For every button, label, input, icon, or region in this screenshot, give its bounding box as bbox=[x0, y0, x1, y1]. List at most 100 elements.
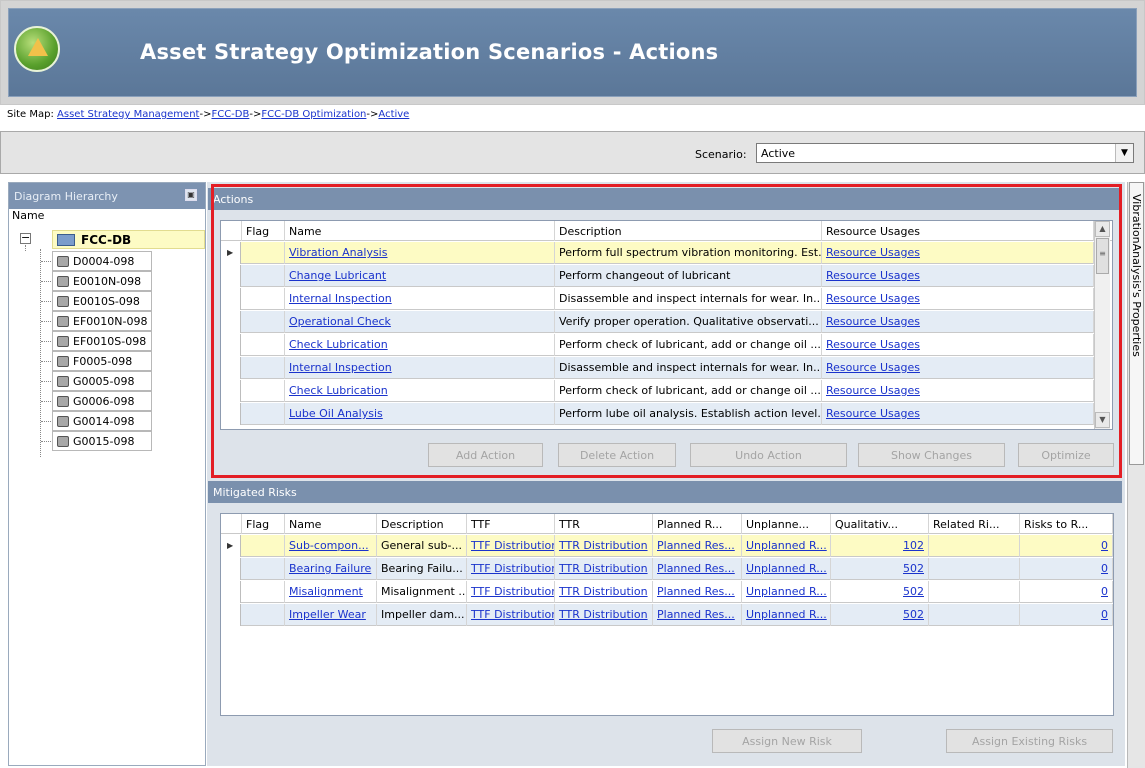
qual-link[interactable]: 502 bbox=[903, 608, 924, 621]
unplanned-link[interactable]: Unplanned R... bbox=[746, 539, 827, 552]
col-risks-to[interactable]: Risks to R... bbox=[1020, 514, 1113, 534]
ttf-cell: TTF Distribution bbox=[467, 558, 555, 580]
unplanned-link[interactable]: Unplanned R... bbox=[746, 608, 827, 621]
tree-item-label: E0010N-098 bbox=[73, 275, 142, 288]
row-selector[interactable] bbox=[221, 558, 241, 580]
assign-existing-risks-button[interactable]: Assign Existing Risks bbox=[946, 729, 1113, 753]
tree-item[interactable]: E0010S-098 bbox=[52, 291, 152, 311]
ttf-cell: TTF Distribution bbox=[467, 604, 555, 626]
properties-side-tab-label: VibrationAnalysis's Properties bbox=[1130, 194, 1143, 357]
risks-link[interactable]: 0 bbox=[1101, 562, 1108, 575]
breadcrumb-link-optimization[interactable]: FCC-DB Optimization bbox=[261, 109, 366, 120]
highlight-box bbox=[211, 184, 1122, 478]
unplanned-cell: Unplanned R... bbox=[742, 558, 831, 580]
col-description[interactable]: Description bbox=[377, 514, 467, 534]
name-link[interactable]: Bearing Failure bbox=[289, 562, 371, 575]
ttr-link[interactable]: TTR Distribution bbox=[559, 608, 648, 621]
desc-cell: Misalignment ... bbox=[377, 581, 467, 603]
table-row[interactable]: ▶ Sub-compon... General sub-... TTF Distrib… bbox=[221, 535, 1113, 557]
risks-link[interactable]: 0 bbox=[1101, 585, 1108, 598]
tree-item[interactable]: G0015-098 bbox=[52, 431, 152, 451]
ttf-link[interactable]: TTF Distribution bbox=[471, 539, 554, 552]
name-link[interactable]: Misalignment bbox=[289, 585, 363, 598]
risks-link[interactable]: 0 bbox=[1101, 539, 1108, 552]
pin-icon[interactable]: ▣ bbox=[185, 189, 197, 201]
planned-link[interactable]: Planned Res... bbox=[657, 539, 735, 552]
table-row[interactable]: Bearing Failure Bearing Failu... TTF Distr… bbox=[221, 558, 1113, 580]
qual-cell: 502 bbox=[831, 581, 929, 603]
tree-item[interactable]: EF0010S-098 bbox=[52, 331, 152, 351]
planned-cell: Planned Res... bbox=[653, 535, 742, 557]
tree-root[interactable]: FCC-DB bbox=[52, 230, 205, 249]
col-flag[interactable]: Flag bbox=[242, 514, 285, 534]
unplanned-cell: Unplanned R... bbox=[742, 581, 831, 603]
asset-cube-icon bbox=[57, 376, 69, 387]
tree-item[interactable]: G0005-098 bbox=[52, 371, 152, 391]
row-selector[interactable]: ▶ bbox=[221, 535, 241, 557]
breadcrumb-link-asm[interactable]: Asset Strategy Management bbox=[57, 109, 199, 120]
risks-cell: 0 bbox=[1020, 604, 1113, 626]
tree-root-label: FCC-DB bbox=[81, 233, 132, 247]
scenario-value: Active bbox=[761, 147, 796, 160]
tree-item[interactable]: F0005-098 bbox=[52, 351, 152, 371]
risks-cell: 0 bbox=[1020, 581, 1113, 603]
qual-link[interactable]: 502 bbox=[903, 585, 924, 598]
planned-cell: Planned Res... bbox=[653, 558, 742, 580]
tree-item[interactable]: EF0010N-098 bbox=[52, 311, 152, 331]
row-selector[interactable] bbox=[221, 581, 241, 603]
assign-new-risk-button[interactable]: Assign New Risk bbox=[712, 729, 862, 753]
breadcrumb-link-fccdb[interactable]: FCC-DB bbox=[211, 109, 249, 120]
tree-item[interactable]: G0006-098 bbox=[52, 391, 152, 411]
row-selector[interactable] bbox=[221, 604, 241, 626]
tree-item[interactable]: D0004-098 bbox=[52, 251, 152, 271]
table-row[interactable]: Misalignment Misalignment ... TTF Distribu… bbox=[221, 581, 1113, 603]
col-unplanned[interactable]: Unplanne... bbox=[742, 514, 831, 534]
breadcrumb-link-active[interactable]: Active bbox=[378, 109, 409, 120]
col-related[interactable]: Related Ri... bbox=[929, 514, 1020, 534]
ttr-link[interactable]: TTR Distribution bbox=[559, 585, 648, 598]
tree-item[interactable]: E0010N-098 bbox=[52, 271, 152, 291]
unplanned-link[interactable]: Unplanned R... bbox=[746, 562, 827, 575]
asset-cube-icon bbox=[57, 416, 69, 427]
col-ttr[interactable]: TTR bbox=[555, 514, 653, 534]
planned-link[interactable]: Planned Res... bbox=[657, 585, 735, 598]
qual-link[interactable]: 102 bbox=[903, 539, 924, 552]
ttr-link[interactable]: TTR Distribution bbox=[559, 539, 648, 552]
breadcrumb-sep: -> bbox=[199, 109, 212, 120]
breadcrumb-sep: -> bbox=[366, 109, 379, 120]
planned-link[interactable]: Planned Res... bbox=[657, 608, 735, 621]
ttr-link[interactable]: TTR Distribution bbox=[559, 562, 648, 575]
asset-cube-icon bbox=[57, 356, 69, 367]
tree-item[interactable]: G0014-098 bbox=[52, 411, 152, 431]
chevron-down-icon[interactable]: ▼ bbox=[1115, 144, 1133, 162]
risks-panel-header: Mitigated Risks bbox=[208, 481, 1122, 503]
table-row[interactable]: Impeller Wear Impeller dam... TTF Distribu… bbox=[221, 604, 1113, 626]
col-name[interactable]: Name bbox=[285, 514, 377, 534]
planned-link[interactable]: Planned Res... bbox=[657, 562, 735, 575]
tree-item-label: G0006-098 bbox=[73, 395, 135, 408]
breadcrumb: Site Map: Asset Strategy Management->FCC… bbox=[7, 109, 409, 120]
planned-cell: Planned Res... bbox=[653, 604, 742, 626]
col-qualitative[interactable]: Qualitativ... bbox=[831, 514, 929, 534]
ttf-link[interactable]: TTF Distribution bbox=[471, 562, 554, 575]
qual-link[interactable]: 502 bbox=[903, 562, 924, 575]
collapse-icon[interactable]: − bbox=[20, 232, 31, 244]
name-link[interactable]: Impeller Wear bbox=[289, 608, 366, 621]
related-cell bbox=[929, 558, 1020, 580]
flag-cell bbox=[242, 535, 285, 557]
name-link[interactable]: Sub-compon... bbox=[289, 539, 369, 552]
scenario-label: Scenario: bbox=[695, 148, 747, 161]
tree-item-label: G0005-098 bbox=[73, 375, 135, 388]
scenario-select[interactable]: Active ▼ bbox=[756, 143, 1134, 163]
risks-link[interactable]: 0 bbox=[1101, 608, 1108, 621]
ttr-cell: TTR Distribution bbox=[555, 558, 653, 580]
related-cell bbox=[929, 604, 1020, 626]
col-planned[interactable]: Planned R... bbox=[653, 514, 742, 534]
tree-item-label: G0015-098 bbox=[73, 435, 135, 448]
asset-cube-icon bbox=[57, 276, 69, 287]
col-ttf[interactable]: TTF bbox=[467, 514, 555, 534]
unplanned-link[interactable]: Unplanned R... bbox=[746, 585, 827, 598]
ttf-link[interactable]: TTF Distribution bbox=[471, 585, 554, 598]
ttf-link[interactable]: TTF Distribution bbox=[471, 608, 554, 621]
unplanned-cell: Unplanned R... bbox=[742, 604, 831, 626]
